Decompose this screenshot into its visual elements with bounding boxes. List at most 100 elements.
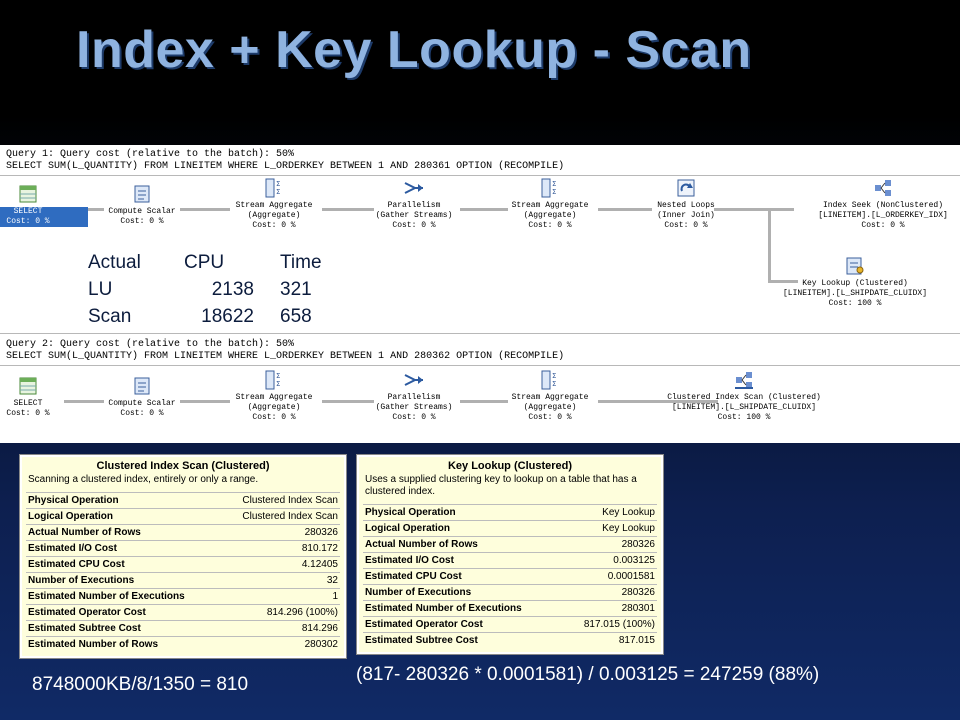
table-row: Logical Operation Clustered Index Scan bbox=[26, 508, 340, 525]
property-name: Number of Executions bbox=[363, 584, 564, 601]
svg-text:Σ: Σ bbox=[276, 180, 280, 188]
table-row: Estimated Subtree Cost 817.015 bbox=[363, 632, 657, 648]
parallelism-icon bbox=[404, 374, 423, 386]
table-row: Estimated Number of Executions 1 bbox=[26, 588, 340, 605]
tooltip-title: Key Lookup (Clustered) bbox=[447, 460, 573, 472]
plan-op-stream-aggregate-2[interactable]: ΣΣ Stream Aggregate (Aggregate) Cost: 0 … bbox=[490, 177, 610, 231]
clustered-index-scan-icon bbox=[735, 372, 753, 389]
query1-divider bbox=[0, 175, 960, 176]
property-name: Actual Number of Rows bbox=[26, 524, 220, 541]
property-name: Estimated Number of Executions bbox=[26, 588, 220, 605]
table-row: Estimated CPU Cost 0.0001581 bbox=[363, 568, 657, 585]
query2-divider bbox=[0, 365, 960, 366]
index-seek-icon bbox=[875, 180, 891, 196]
property-name: Actual Number of Rows bbox=[363, 536, 564, 553]
property-name: Estimated CPU Cost bbox=[363, 568, 564, 585]
table-row: Logical Operation Key Lookup bbox=[363, 520, 657, 537]
property-value: 4.12405 bbox=[219, 556, 340, 573]
tooltip-key-lookup: Key Lookup (Clustered) Uses a supplied c… bbox=[356, 454, 664, 655]
svg-text:Σ: Σ bbox=[552, 188, 556, 196]
tooltip-clustered-index-scan: Clustered Index Scan (Clustered) Scannin… bbox=[19, 454, 347, 659]
table-row: Estimated CPU Cost 4.12405 bbox=[26, 556, 340, 573]
plan-op-parallelism[interactable]: Parallelism (Gather Streams) Cost: 0 % bbox=[354, 177, 474, 231]
select-icon bbox=[19, 377, 37, 395]
svg-text:Σ: Σ bbox=[276, 380, 280, 388]
plan-op-index-seek[interactable]: Index Seek (NonClustered) [LINEITEM].[L_… bbox=[808, 177, 958, 231]
property-value: 810.172 bbox=[219, 540, 340, 557]
property-value: 814.296 bbox=[219, 620, 340, 637]
svg-text:Σ: Σ bbox=[552, 180, 556, 188]
property-value: Clustered Index Scan bbox=[219, 492, 340, 509]
table-row: Estimated Subtree Cost 814.296 bbox=[26, 620, 340, 637]
formula-left: 8748000KB/8/1350 = 810 bbox=[32, 674, 249, 695]
stream-aggregate-icon: ΣΣ bbox=[541, 370, 556, 390]
plan-op-select[interactable]: SELECT Cost: 0 % bbox=[0, 183, 88, 227]
stream-aggregate-icon: ΣΣ bbox=[541, 178, 556, 198]
stats-row-scan: Scan 18622 658 bbox=[88, 306, 312, 327]
select-icon bbox=[19, 185, 37, 203]
property-value: 32 bbox=[219, 572, 340, 589]
plan-op-stream-aggregate[interactable]: ΣΣ Stream Aggregate (Aggregate) Cost: 0 … bbox=[214, 177, 334, 231]
property-name: Estimated Subtree Cost bbox=[26, 620, 220, 637]
svg-text:Σ: Σ bbox=[276, 188, 280, 196]
property-value: Key Lookup bbox=[563, 504, 657, 521]
property-name: Estimated Number of Executions bbox=[363, 600, 564, 617]
query1-header: Query 1: Query cost (relative to the bat… bbox=[6, 149, 295, 160]
table-row: Actual Number of Rows 280326 bbox=[26, 524, 340, 541]
property-name: Estimated I/O Cost bbox=[363, 552, 564, 569]
query1-sql: SELECT SUM(L_QUANTITY) FROM LINEITEM WHE… bbox=[6, 161, 565, 172]
table-row: Estimated I/O Cost 0.003125 bbox=[363, 552, 657, 569]
stream-aggregate-icon: ΣΣ bbox=[265, 370, 280, 390]
plan-op-key-lookup[interactable]: Key Lookup (Clustered) [LINEITEM].[L_SHI… bbox=[780, 255, 930, 309]
plan-arrow bbox=[768, 208, 771, 280]
table-row: Number of Executions 32 bbox=[26, 572, 340, 589]
plan2-op-clustered-index-scan[interactable]: Clustered Index Scan (Clustered) [LINEIT… bbox=[654, 369, 834, 423]
query2-sql: SELECT SUM(L_QUANTITY) FROM LINEITEM WHE… bbox=[6, 351, 565, 362]
property-value: 0.003125 bbox=[563, 552, 657, 569]
property-name: Logical Operation bbox=[363, 520, 564, 537]
property-value: 817.015 bbox=[563, 632, 657, 648]
property-value: Clustered Index Scan bbox=[219, 508, 340, 525]
property-name: Logical Operation bbox=[26, 508, 220, 525]
compute-scalar-icon bbox=[134, 185, 150, 203]
plan-op-nested-loops[interactable]: Nested Loops (Inner Join) Cost: 0 % bbox=[626, 177, 746, 231]
plan2-op-stream-aggregate[interactable]: ΣΣ Stream Aggregate (Aggregate) Cost: 0 … bbox=[214, 369, 334, 423]
table-row: Estimated Operator Cost 814.296 (100%) bbox=[26, 604, 340, 621]
tooltip-description: Scanning a clustered index, entirely or … bbox=[28, 474, 259, 485]
compute-scalar-icon bbox=[134, 377, 150, 395]
plan2-op-stream-aggregate-2[interactable]: ΣΣ Stream Aggregate (Aggregate) Cost: 0 … bbox=[490, 369, 610, 423]
table-row: Physical Operation Key Lookup bbox=[363, 504, 657, 521]
property-value: 1 bbox=[219, 588, 340, 605]
tooltip-properties-table: Physical Operation Clustered Index Scan L… bbox=[26, 492, 340, 652]
query2-header: Query 2: Query cost (relative to the bat… bbox=[6, 339, 295, 350]
property-name: Estimated Subtree Cost bbox=[363, 632, 564, 648]
plan2-op-compute-scalar[interactable]: Compute Scalar Cost: 0 % bbox=[82, 375, 202, 419]
property-value: 280326 bbox=[219, 524, 340, 541]
plan-op-compute-scalar[interactable]: Compute Scalar Cost: 0 % bbox=[82, 183, 202, 227]
property-name: Estimated CPU Cost bbox=[26, 556, 220, 573]
svg-text:Σ: Σ bbox=[552, 380, 556, 388]
stats-row-lu: LU 2138 321 bbox=[88, 279, 312, 300]
parallelism-icon bbox=[404, 182, 423, 194]
property-value: 280326 bbox=[563, 584, 657, 601]
table-row: Estimated I/O Cost 810.172 bbox=[26, 540, 340, 557]
plan2-op-select[interactable]: SELECT Cost: 0 % bbox=[0, 375, 88, 419]
property-value: Key Lookup bbox=[563, 520, 657, 537]
plan2-op-parallelism[interactable]: Parallelism (Gather Streams) Cost: 0 % bbox=[354, 369, 474, 423]
property-name: Number of Executions bbox=[26, 572, 220, 589]
nested-loops-icon bbox=[677, 179, 695, 197]
table-row: Estimated Number of Rows 280302 bbox=[26, 636, 340, 652]
table-row: Estimated Operator Cost 817.015 (100%) bbox=[363, 616, 657, 633]
stats-overlay: Actual CPU Time LU 2138 321 Scan 18622 658 bbox=[88, 252, 340, 333]
tooltip-properties-table: Physical Operation Key Lookup Logical Ope… bbox=[363, 504, 657, 648]
table-row: Physical Operation Clustered Index Scan bbox=[26, 492, 340, 509]
table-row: Estimated Number of Executions 280301 bbox=[363, 600, 657, 617]
table-row: Number of Executions 280326 bbox=[363, 584, 657, 601]
table-row: Actual Number of Rows 280326 bbox=[363, 536, 657, 553]
property-name: Estimated Operator Cost bbox=[26, 604, 220, 621]
property-value: 280302 bbox=[219, 636, 340, 652]
property-name: Physical Operation bbox=[26, 492, 220, 509]
property-name: Estimated I/O Cost bbox=[26, 540, 220, 557]
property-name: Estimated Number of Rows bbox=[26, 636, 220, 652]
property-name: Estimated Operator Cost bbox=[363, 616, 564, 633]
